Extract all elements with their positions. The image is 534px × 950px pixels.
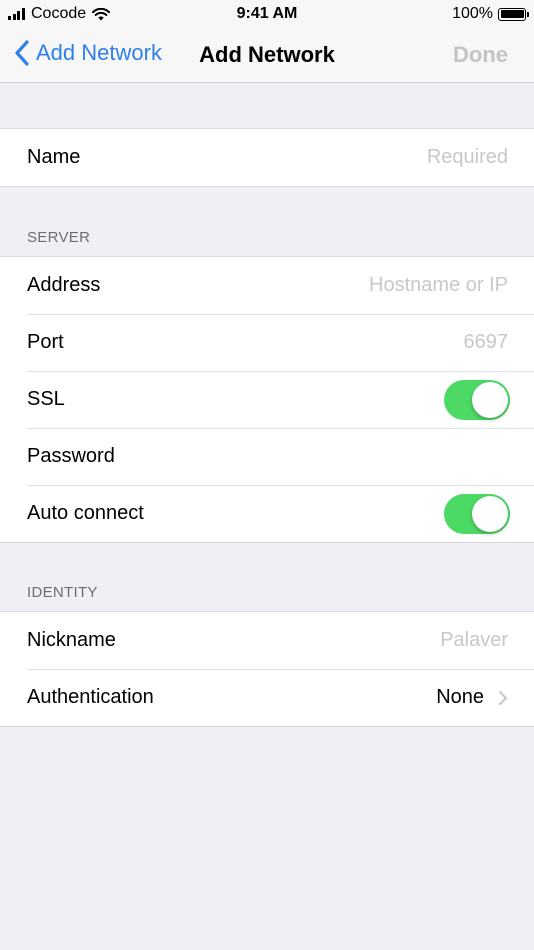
port-row: Port — [0, 314, 534, 371]
auto-connect-toggle[interactable] — [444, 493, 510, 534]
nickname-row: Nickname — [0, 612, 534, 669]
password-label: Password — [27, 445, 115, 467]
address-input[interactable] — [248, 274, 508, 297]
auto-connect-label: Auto connect — [27, 502, 144, 524]
done-button[interactable]: Done — [453, 42, 508, 68]
chevron-right-icon — [499, 690, 507, 705]
identity-group: Nickname Authentication None — [0, 611, 534, 727]
server-section-header: SERVER — [27, 229, 91, 246]
password-input[interactable] — [248, 445, 508, 468]
status-bar: Cocode 9:41 AM 100% — [0, 0, 534, 28]
port-input[interactable] — [248, 331, 508, 354]
auto-connect-row: Auto connect — [0, 485, 534, 542]
ssl-toggle-knob — [472, 381, 508, 418]
ssl-toggle[interactable] — [444, 379, 510, 420]
address-label: Address — [27, 274, 101, 296]
server-group: Address Port SSL Password Auto connect — [0, 256, 534, 543]
authentication-value: None — [436, 686, 484, 708]
name-label: Name — [27, 146, 81, 168]
battery-icon — [498, 7, 529, 21]
auto-connect-toggle-knob — [472, 495, 508, 532]
name-row: Name — [0, 129, 534, 186]
status-bar-right: 100% — [452, 5, 529, 23]
name-input[interactable] — [248, 146, 508, 169]
ssl-label: SSL — [27, 388, 65, 410]
address-row: Address — [0, 257, 534, 314]
port-label: Port — [27, 331, 64, 353]
battery-percentage: 100% — [452, 5, 493, 22]
authentication-row[interactable]: Authentication None — [0, 669, 534, 726]
authentication-label: Authentication — [27, 686, 154, 708]
nickname-input[interactable] — [248, 629, 508, 652]
name-group: Name — [0, 128, 534, 187]
nickname-label: Nickname — [27, 629, 116, 651]
password-row: Password — [0, 428, 534, 485]
navigation-bar: Add Network Add Network Done — [0, 28, 534, 83]
ssl-row: SSL — [0, 371, 534, 428]
identity-section-header: IDENTITY — [27, 584, 98, 601]
add-network-screen: Cocode 9:41 AM 100% Add Network Add Netw… — [0, 0, 534, 950]
